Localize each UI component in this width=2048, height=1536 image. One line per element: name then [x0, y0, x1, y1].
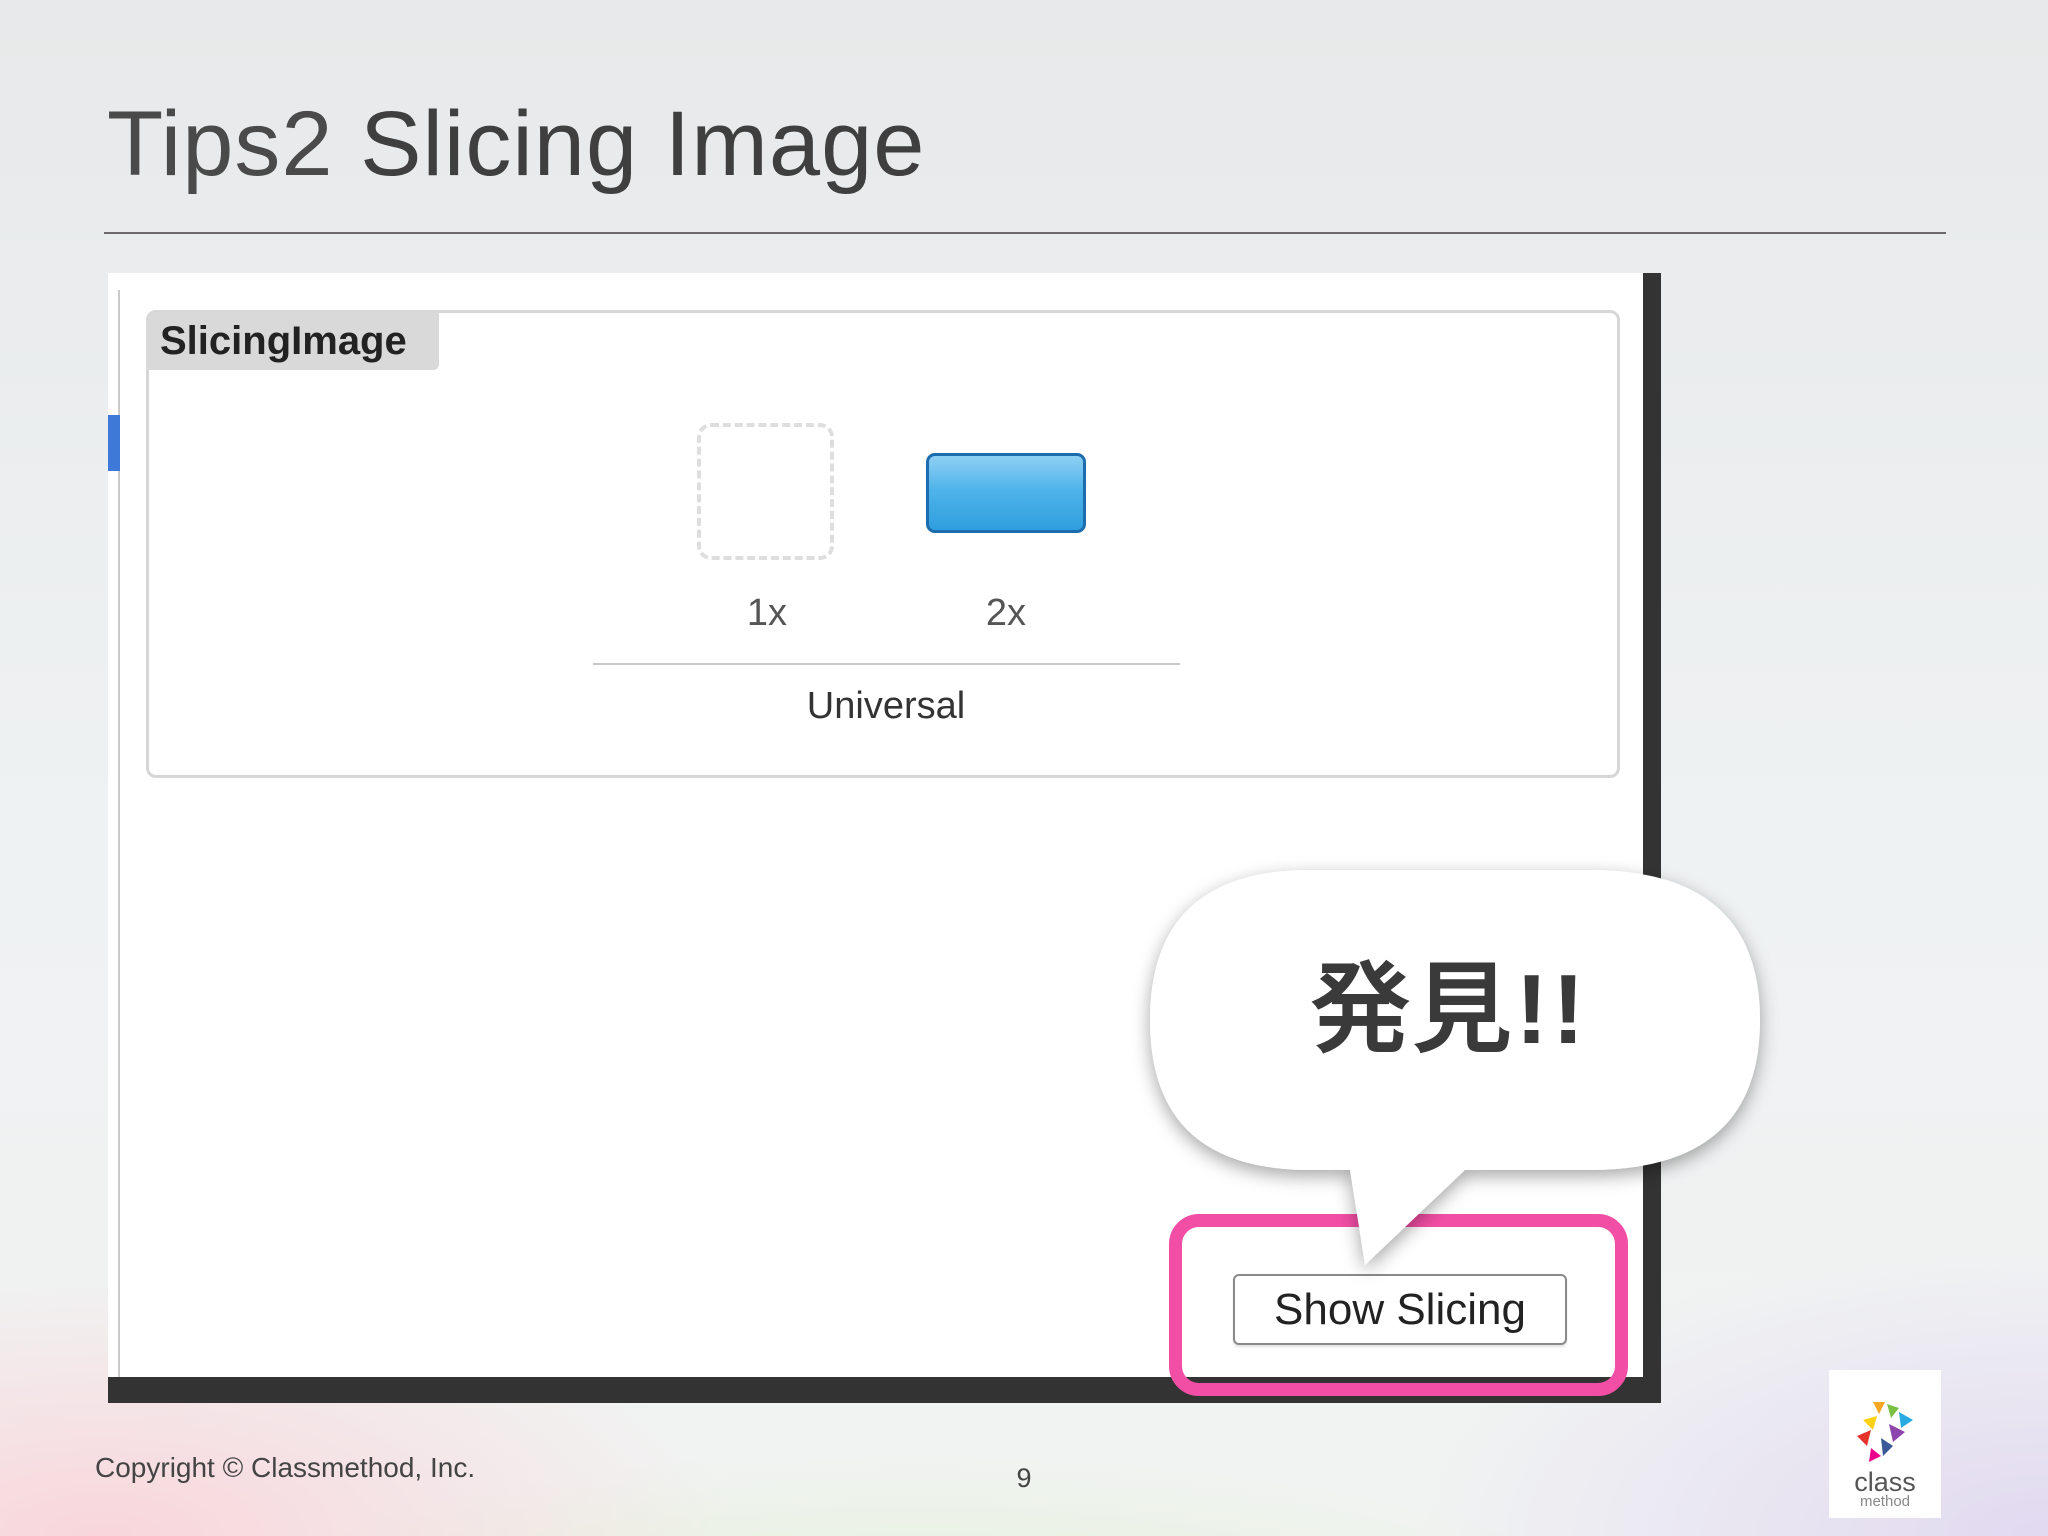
page-number: 9: [1016, 1463, 1032, 1493]
selection-indicator: [108, 415, 120, 471]
title-divider: [104, 232, 1946, 234]
slide-title-prefix: Tips2: [107, 93, 334, 195]
slot-label-1x: 1x: [746, 592, 788, 634]
copyright-text: Copyright © Classmethod, Inc.: [95, 1452, 476, 1483]
universal-divider: [593, 663, 1180, 665]
image-set-name: SlicingImage: [146, 312, 439, 370]
logo-text: class: [1854, 1467, 1916, 1497]
universal-label: Universal: [806, 685, 966, 727]
slot-label-2x: 2x: [985, 592, 1027, 634]
classmethod-logo: class method: [1829, 1370, 1941, 1518]
slide-title-main: Slicing Image: [360, 93, 926, 195]
callout-text: 発見!!: [1311, 954, 1589, 1064]
image-slot-1x[interactable]: [697, 423, 834, 560]
show-slicing-button[interactable]: Show Slicing: [1233, 1274, 1567, 1345]
logo-icon: [1857, 1402, 1913, 1462]
slide-title: Tips2 Slicing Image: [107, 92, 925, 197]
image-slot-2x[interactable]: [926, 453, 1086, 533]
logo-subtext: method: [1859, 1493, 1911, 1510]
